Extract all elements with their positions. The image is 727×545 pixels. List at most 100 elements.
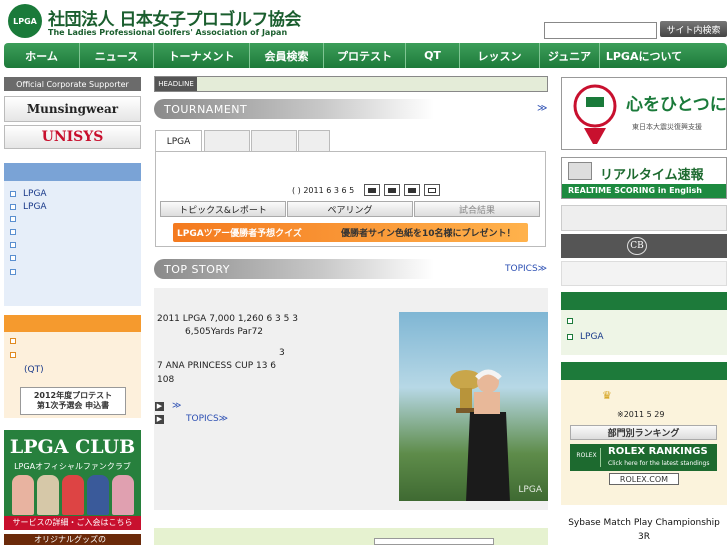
rolex-subtitle: Click here for the latest standings: [608, 460, 710, 467]
player-image: [37, 475, 59, 515]
crown-icon: ♛: [602, 389, 612, 402]
club-join-link[interactable]: サービスの詳細・ご入会はこちら: [4, 516, 141, 530]
list-item[interactable]: LPGA: [10, 202, 47, 212]
arrow-icon: ▶: [155, 401, 164, 411]
bullet-icon: [10, 216, 16, 222]
tournament-heading: TOURNAMENT: [154, 99, 434, 119]
logo-title-en: The Ladies Professional Golfers' Associa…: [48, 28, 288, 37]
bullet-icon: [567, 318, 573, 324]
unisys-banner[interactable]: UNISYS: [4, 125, 141, 149]
winner-photo[interactable]: LPGA: [399, 312, 548, 501]
bullet-icon: [10, 229, 16, 235]
banner-title: 心をひとつに: [626, 95, 727, 115]
list-item[interactable]: LPGA: [567, 332, 604, 342]
story-text: 6,505Yards Par72: [185, 327, 264, 337]
bullet-icon: [10, 242, 16, 248]
list-item[interactable]: [10, 216, 23, 222]
right-banner-1[interactable]: [561, 205, 727, 231]
rolex-crown-logo: ROLEX: [573, 448, 601, 467]
sybase-news[interactable]: Sybase Match Play Championship 3R: [561, 512, 727, 545]
banner-frame: [374, 538, 494, 545]
home-icon[interactable]: [364, 184, 380, 196]
ranking-box: [561, 380, 727, 505]
quiz-title: LPGAツアー優勝者予想クイズ: [177, 229, 302, 239]
story-topics-link[interactable]: ▶ TOPICS≫: [155, 414, 228, 424]
nav-lesson[interactable]: レッスン: [460, 43, 540, 68]
results-button[interactable]: 試合結果: [414, 201, 540, 217]
player-with-trophy-image: [450, 369, 510, 501]
center-bottom-banner[interactable]: [154, 528, 548, 545]
lpga-logo[interactable]: LPGA 社団法人 日本女子プロゴルフ協会 The Ladies Profess…: [8, 4, 301, 40]
left-box2-header: [4, 315, 141, 332]
club-title: LPGA CLUB: [9, 436, 136, 458]
list-item[interactable]: LPGA: [10, 189, 47, 199]
bullet-icon: [10, 352, 16, 358]
story-text: 108: [157, 375, 175, 385]
scoreboard-icon: [568, 162, 592, 180]
story-text: 2011 LPGA 7,000 1,260 6 3 5 3: [157, 314, 298, 324]
nav-home[interactable]: ホーム: [4, 43, 80, 68]
left-box1: LPGA LPGA: [4, 181, 141, 306]
realtime-scoring-banner[interactable]: リアルタイム速報 REALTIME SCORING in English: [561, 157, 727, 199]
list-item[interactable]: [10, 352, 23, 358]
car-icon[interactable]: [404, 184, 420, 196]
rolex-com-link[interactable]: ROLEX.COM: [609, 473, 679, 485]
club-subtitle: LPGAオフィシャルファンクラブ: [14, 462, 131, 471]
photo-watermark: LPGA: [518, 485, 542, 495]
list-item-qt[interactable]: (QT): [24, 365, 44, 375]
quiz-banner[interactable]: LPGAツアー優勝者予想クイズ 優勝者サイン色紙を10名様にプレゼント！: [173, 223, 528, 242]
tournament-date: ( ) 2011 6 3 6 5: [292, 186, 355, 195]
tab-lpga[interactable]: LPGA: [155, 130, 202, 152]
search-input[interactable]: [544, 22, 657, 39]
right-box1: LPGA: [561, 310, 727, 355]
tab-2[interactable]: [204, 130, 250, 152]
tv-icon[interactable]: [384, 184, 400, 196]
protest-application-button[interactable]: 2012年度プロテスト 第1次予選会 申込書: [20, 387, 126, 415]
nav-junior[interactable]: ジュニア: [540, 43, 600, 68]
golf-ball-tee-icon: [573, 84, 617, 144]
list-item[interactable]: [10, 338, 23, 344]
player-image: [87, 475, 109, 515]
sybase-title: Sybase Match Play Championship: [568, 518, 720, 528]
tournament-more-link[interactable]: ≫: [537, 103, 547, 114]
site-search-button[interactable]: サイト内検索: [660, 21, 727, 37]
lpga-club-banner[interactable]: LPGA CLUB LPGAオフィシャルファンクラブ サービスの詳細・ご入会はこ…: [4, 430, 141, 530]
list-item[interactable]: [10, 229, 23, 235]
player-image: [12, 475, 34, 515]
list-item[interactable]: [567, 318, 580, 324]
nav-about-lpga[interactable]: LPGAについて: [600, 43, 688, 68]
nav-pro-test[interactable]: プロテスト: [324, 43, 406, 68]
player-image: [112, 475, 134, 515]
earthquake-support-banner[interactable]: 心をひとつに 東日本大震災復興支援: [561, 77, 727, 150]
list-item[interactable]: [10, 269, 23, 275]
rolex-rankings-banner[interactable]: ROLEX ROLEX RANKINGS Click here for the …: [570, 444, 717, 471]
realtime-title: リアルタイム速報: [600, 168, 704, 183]
tab-3[interactable]: [251, 130, 297, 152]
right-box1-header: [561, 292, 727, 310]
list-item[interactable]: [10, 242, 23, 248]
right-banner-2[interactable]: CB: [561, 234, 727, 258]
bullet-icon: [10, 255, 16, 261]
list-item[interactable]: [10, 255, 23, 261]
topics-report-button[interactable]: トピックス&レポート: [160, 201, 286, 217]
left-box1-header: [4, 163, 141, 181]
sybase-round: 3R: [638, 532, 650, 542]
pairing-button[interactable]: ペアリング: [287, 201, 413, 217]
right-banner-3[interactable]: [561, 261, 727, 286]
topics-link[interactable]: TOPICS≫: [505, 264, 547, 274]
headline-label: HEADLINE: [155, 77, 197, 91]
munsingwear-banner[interactable]: Munsingwear: [4, 96, 141, 122]
nav-tournament[interactable]: トーナメント: [154, 43, 250, 68]
category-ranking-button[interactable]: 部門別ランキング: [570, 425, 717, 440]
nav-news[interactable]: ニュース: [80, 43, 154, 68]
goods-banner[interactable]: オリジナルグッズの: [4, 534, 141, 545]
cb-logo-icon: CB: [627, 237, 647, 255]
nav-member-search[interactable]: 会員検索: [250, 43, 324, 68]
top-story-heading: TOP STORY: [154, 259, 434, 279]
nav-qt[interactable]: QT: [406, 43, 460, 68]
player-image: [62, 475, 84, 515]
window-icon[interactable]: [424, 184, 440, 196]
realtime-subtitle: REALTIME SCORING in English: [568, 186, 702, 195]
tab-4[interactable]: [298, 130, 330, 152]
story-link[interactable]: ▶ ≫: [155, 401, 181, 411]
